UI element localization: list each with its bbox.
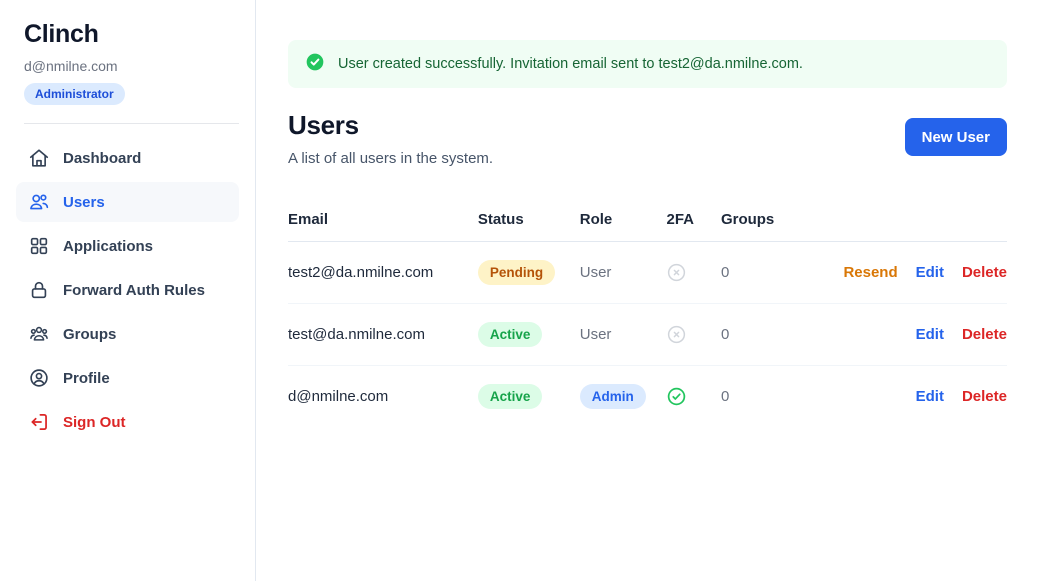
home-icon [28,147,50,169]
row-actions: Resend Edit Delete [825,242,1007,304]
column-header-actions [825,211,1007,242]
column-header-groups: Groups [721,211,826,242]
sidebar-item-label: Dashboard [63,150,141,167]
role-cell: User [580,304,667,366]
success-banner: User created successfully. Invitation em… [288,40,1007,88]
brand-logo: Clinch [24,20,239,49]
table-row: test@da.nmilne.comActive User 0 Edit Delete [288,304,1007,366]
users-table-body: test2@da.nmilne.comPending User 0 Resend Edi… [288,242,1007,428]
check-circle-icon [305,52,325,76]
page-header-text: Users A list of all users in the system. [288,110,493,167]
groups-count: 0 [721,304,826,366]
sidebar-item-label: Profile [63,370,110,387]
sidebar-item-profile[interactable]: Profile [16,358,239,398]
lock-icon [28,279,50,301]
edit-link[interactable]: Edit [916,326,944,343]
sidebar-item-groups[interactable]: Groups [16,314,239,354]
table-row: test2@da.nmilne.comPending User 0 Resend Edi… [288,242,1007,304]
sidebar-user-email: d@nmilne.com [24,58,239,74]
role-text: User [580,264,612,281]
column-header-status: Status [478,211,580,242]
row-actions: Edit Delete [825,304,1007,366]
twofa-disabled-icon [666,242,720,304]
users-table-head: EmailStatusRole2FAGroups [288,211,1007,242]
user-email: test2@da.nmilne.com [288,242,478,304]
delete-link[interactable]: Delete [962,326,1007,343]
groups-count: 0 [721,242,826,304]
twofa-disabled-icon [666,304,720,366]
sidebar-item-label: Applications [63,238,153,255]
delete-link[interactable]: Delete [962,388,1007,405]
sign-out-icon [28,411,50,433]
sidebar-item-applications[interactable]: Applications [16,226,239,266]
page-title: Users [288,110,493,141]
edit-link[interactable]: Edit [916,388,944,405]
edit-link[interactable]: Edit [916,264,944,281]
column-header-role: Role [580,211,667,242]
page-subtitle: A list of all users in the system. [288,150,493,167]
sidebar: Clinch d@nmilne.com Administrator Dashbo… [0,0,256,581]
column-header-email: Email [288,211,478,242]
sidebar-item-forward-auth-rules[interactable]: Forward Auth Rules [16,270,239,310]
sidebar-item-label: Sign Out [63,414,126,431]
status-badge: Pending [478,260,555,285]
table-header-row: EmailStatusRole2FAGroups [288,211,1007,242]
sidebar-item-dashboard[interactable]: Dashboard [16,138,239,178]
delete-link[interactable]: Delete [962,264,1007,281]
sidebar-item-label: Groups [63,326,116,343]
table-row: d@nmilne.comActive Admin 0 Edit Delete [288,366,1007,428]
sidebar-item-users[interactable]: Users [16,182,239,222]
role-text: User [580,326,612,343]
twofa-enabled-icon [666,366,720,428]
role-cell: User [580,242,667,304]
users-icon [28,191,50,213]
groups-count: 0 [721,366,826,428]
resend-link[interactable]: Resend [843,264,897,281]
sidebar-item-label: Users [63,194,105,211]
main-content: User created successfully. Invitation em… [256,0,1039,581]
brand-block: Clinch d@nmilne.com Administrator [16,20,239,105]
groups-icon [28,323,50,345]
users-table: EmailStatusRole2FAGroups test2@da.nmilne… [288,211,1007,427]
grid-icon [28,235,50,257]
role-badge: Administrator [24,83,125,105]
user-email: test@da.nmilne.com [288,304,478,366]
status-cell: Active [478,304,580,366]
profile-icon [28,367,50,389]
status-cell: Active [478,366,580,428]
page-header: Users A list of all users in the system.… [288,110,1007,167]
new-user-button[interactable]: New User [905,118,1007,156]
banner-message: User created successfully. Invitation em… [338,56,803,72]
user-email: d@nmilne.com [288,366,478,428]
status-badge: Active [478,322,543,347]
sidebar-item-sign-out[interactable]: Sign Out [16,402,239,442]
row-actions: Edit Delete [825,366,1007,428]
status-cell: Pending [478,242,580,304]
column-header-2fa: 2FA [666,211,720,242]
sidebar-nav: Dashboard Users Applications Forward Auth R… [16,138,239,442]
role-badge-admin: Admin [580,384,646,409]
status-badge: Active [478,384,543,409]
role-cell: Admin [580,366,667,428]
sidebar-item-label: Forward Auth Rules [63,282,205,299]
sidebar-divider [24,123,239,124]
